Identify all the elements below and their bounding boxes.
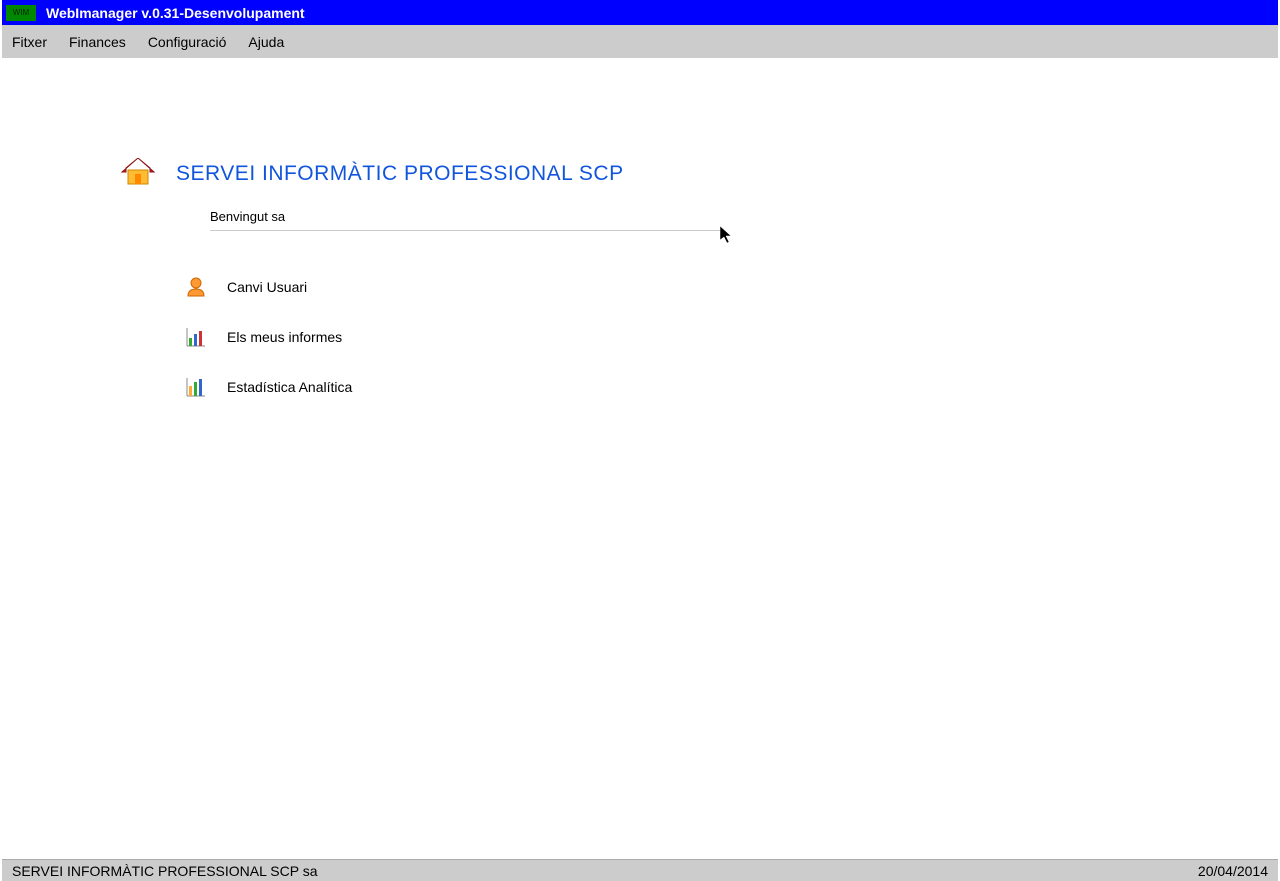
statusbar-right: 20/04/2014: [1198, 863, 1268, 879]
window-title: WebImanager v.0.31-Desenvolupament: [46, 5, 305, 21]
link-label-estadistica: Estadística Analítica: [227, 379, 352, 395]
reports-icon: [185, 326, 207, 348]
divider: [210, 230, 720, 231]
user-icon: [185, 276, 207, 298]
links: Canvi Usuari Els meus informes: [185, 276, 1280, 398]
link-canvi-usuari[interactable]: Canvi Usuari: [185, 276, 1280, 298]
app-icon-text: WIM: [13, 8, 29, 17]
welcome-block: Benvingut sa: [210, 209, 720, 231]
link-label-informes: Els meus informes: [227, 329, 342, 345]
menubar: Fitxer Finances Configuració Ajuda: [2, 25, 1278, 58]
menu-configuracio[interactable]: Configuració: [148, 34, 227, 50]
menu-ajuda[interactable]: Ajuda: [248, 34, 284, 50]
header-row: SERVEI INFORMÀTIC PROFESSIONAL SCP: [120, 158, 1280, 189]
app-icon: WIM: [6, 5, 36, 21]
link-label-canvi-usuari: Canvi Usuari: [227, 279, 307, 295]
main-content: SERVEI INFORMÀTIC PROFESSIONAL SCP Benvi…: [0, 58, 1280, 398]
link-els-meus-informes[interactable]: Els meus informes: [185, 326, 1280, 348]
home-icon: [120, 158, 156, 189]
org-title: SERVEI INFORMÀTIC PROFESSIONAL SCP: [176, 162, 624, 186]
stats-icon: [185, 376, 207, 398]
welcome-text: Benvingut sa: [210, 209, 720, 224]
menu-fitxer[interactable]: Fitxer: [12, 34, 47, 50]
titlebar: WIM WebImanager v.0.31-Desenvolupament: [2, 0, 1278, 25]
link-estadistica-analitica[interactable]: Estadística Analítica: [185, 376, 1280, 398]
menu-finances[interactable]: Finances: [69, 34, 126, 50]
statusbar: SERVEI INFORMÀTIC PROFESSIONAL SCP sa 20…: [2, 859, 1278, 881]
statusbar-left: SERVEI INFORMÀTIC PROFESSIONAL SCP sa: [12, 863, 317, 879]
